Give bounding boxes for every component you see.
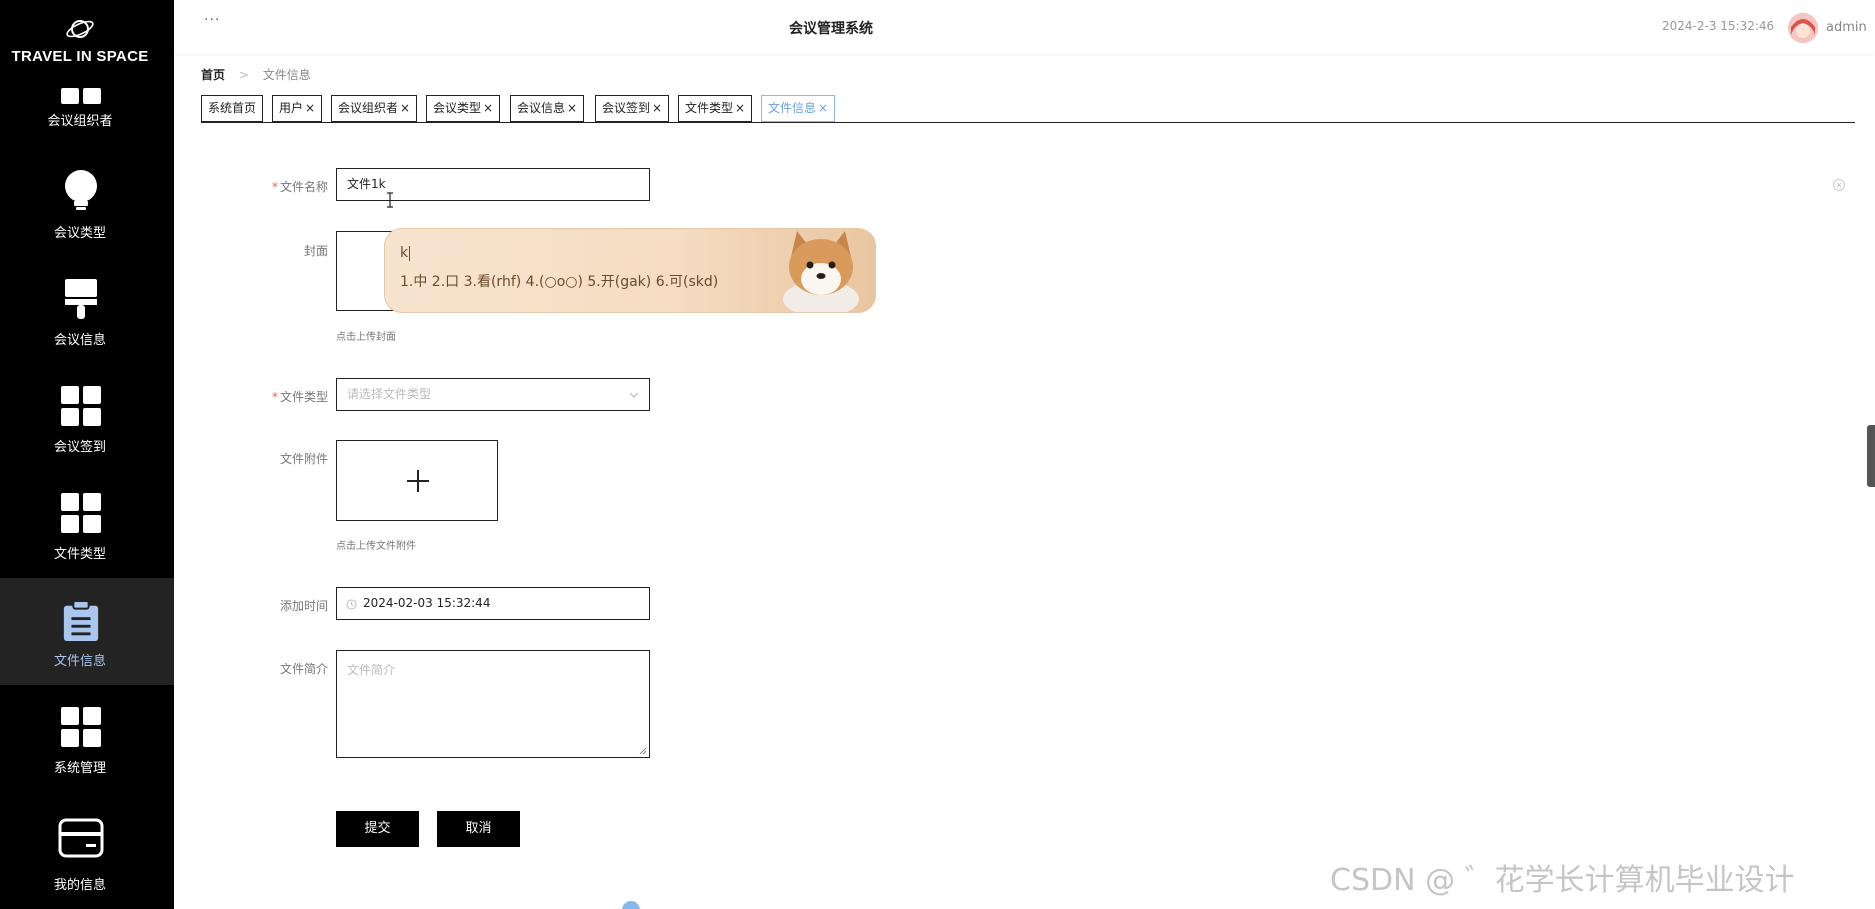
close-icon[interactable]: × [652,101,662,115]
logo[interactable]: TRAVEL IN SPACE [0,14,160,65]
avatar[interactable] [1788,13,1818,43]
scroll-handle[interactable] [1867,425,1875,487]
clear-circle-icon[interactable] [1832,178,1846,192]
breadcrumb-home[interactable]: 首页 [201,68,225,82]
plus-icon [407,470,429,492]
tab-label: 会议组织者 [338,101,399,115]
tab-label: 会议信息 [517,101,566,115]
tab-checkin[interactable]: 会议签到 × [595,95,670,122]
tab-label: 文件类型 [685,101,734,115]
time-value: 2024-02-03 15:32:44 [363,596,491,610]
tab-label: 会议签到 [602,101,651,115]
cover-label: 封面 [303,244,328,258]
summary-placeholder: 文件简介 [347,663,396,677]
grid-icon [61,88,101,104]
sidebar-item-label: 我的信息 [53,878,106,893]
app-root: TRAVEL IN SPACE 会议组织者 会议类型 会议信息 会议签到 文件类… [0,0,1875,909]
watermark: CSDN @ ゛花学长计算机毕业设计 [1330,863,1795,898]
sidebar-item-label: 文件类型 [53,547,106,562]
lightbulb-icon [65,170,97,210]
grid-icon [61,707,101,747]
shiba-dog-icon [783,231,859,312]
grid-icon [61,386,101,426]
sidebar-item-label: 会议类型 [53,226,106,241]
tab-users[interactable]: 用户 × [272,95,323,122]
required-mark: * [271,390,278,404]
cancel-button[interactable]: 取消 [437,811,520,847]
submit-button[interactable]: 提交 [336,811,419,847]
tab-meeting-info[interactable]: 会议信息 × [510,95,585,122]
close-icon[interactable]: × [483,101,493,115]
clock-icon [346,599,357,610]
summary-textarea[interactable]: 文件简介 [336,650,650,758]
brush-icon [65,279,97,319]
sidebar-item-meeting-type[interactable]: 会议类型 [0,140,174,247]
name-value: 文件1k [347,177,386,191]
type-placeholder: 请选择文件类型 [347,387,432,401]
sidebar-item-label: 文件信息 [53,654,106,669]
attachment-upload[interactable] [336,440,498,521]
sidebar-item-checkin[interactable]: 会议签到 [0,354,174,461]
top-header: ··· 会议管理系统 2024-2-3 15:32:46 admin [174,0,1875,54]
type-select[interactable]: 请选择文件类型 [336,378,650,411]
close-icon[interactable]: × [567,101,577,115]
attachment-hint: 点击上传文件附件 [336,541,416,552]
sidebar-item-profile[interactable]: 我的信息 [0,800,174,907]
tab-organizer[interactable]: 会议组织者 × [331,95,418,122]
tab-label: 系统首页 [208,101,257,115]
cover-hint: 点击上传封面 [336,332,396,343]
text-cursor-icon [387,192,393,208]
type-label: * 文件类型 [271,390,328,404]
close-icon[interactable]: × [735,101,745,115]
ime-candidate-popup: k 1.中 2.口 3.看(rhf) 4.(○o○) 5.开(gak) 6.可(… [384,228,876,313]
sidebar-item-organizer[interactable]: 会议组织者 [0,70,174,130]
tab-home[interactable]: 系统首页 [201,95,264,122]
breadcrumb-separator: > [238,68,249,82]
planet-icon [66,20,94,38]
chevron-down-icon [629,392,639,398]
card-icon [58,818,104,858]
sidebar-item-system[interactable]: 系统管理 [0,685,174,792]
tab-file-info[interactable]: 文件信息 × [761,95,836,122]
header-datetime: 2024-2-3 15:32:46 [1662,19,1775,33]
sidebar-item-meeting-info[interactable]: 会议信息 [0,247,174,354]
resize-handle-icon[interactable] [639,747,647,755]
sidebar-item-file-type[interactable]: 文件类型 [0,461,174,568]
tab-file-type[interactable]: 文件类型 × [678,95,753,122]
close-icon[interactable]: × [818,101,828,115]
clipboard-icon [63,601,99,641]
breadcrumb-current: 文件信息 [262,68,311,82]
time-input[interactable]: 2024-02-03 15:32:44 [336,587,650,620]
attachment-label: 文件附件 [279,452,328,466]
avatar-icon [1788,13,1818,43]
ime-composition: k [400,245,411,261]
summary-label: 文件简介 [279,662,328,676]
tab-label: 用户 [279,101,304,115]
logo-text: TRAVEL IN SPACE [11,48,149,65]
sidebar-item-label: 会议签到 [53,440,106,455]
username[interactable]: admin [1826,20,1867,35]
floating-indicator[interactable] [622,901,640,909]
breadcrumb: 首页 > 文件信息 [201,66,311,83]
grid-icon [61,493,101,533]
sidebar-item-file-info[interactable]: 文件信息 [0,578,174,685]
sidebar: TRAVEL IN SPACE 会议组织者 会议类型 会议信息 会议签到 文件类… [0,0,174,909]
close-icon[interactable]: × [400,101,410,115]
sidebar-item-label: 会议信息 [53,333,106,348]
time-label: 添加时间 [279,599,328,613]
sidebar-item-label: 系统管理 [53,761,106,776]
tab-label: 文件信息 [768,101,817,115]
tab-bar: 系统首页 用户 × 会议组织者 × 会议类型 × 会议信息 × 会议签到 × 文件类型 × … [201,95,1855,123]
sidebar-item-label: 会议组织者 [47,114,113,129]
name-input[interactable]: 文件1k [336,168,650,201]
tab-label: 会议类型 [433,101,482,115]
name-label: * 文件名称 [271,180,328,194]
close-icon[interactable]: × [305,101,315,115]
menu-toggle-icon[interactable]: ··· [204,12,220,28]
app-title: 会议管理系统 [789,21,873,37]
tab-meeting-type[interactable]: 会议类型 × [426,95,501,122]
ime-candidates[interactable]: 1.中 2.口 3.看(rhf) 4.(○o○) 5.开(gak) 6.可(sk… [400,271,718,291]
required-mark: * [271,180,278,194]
